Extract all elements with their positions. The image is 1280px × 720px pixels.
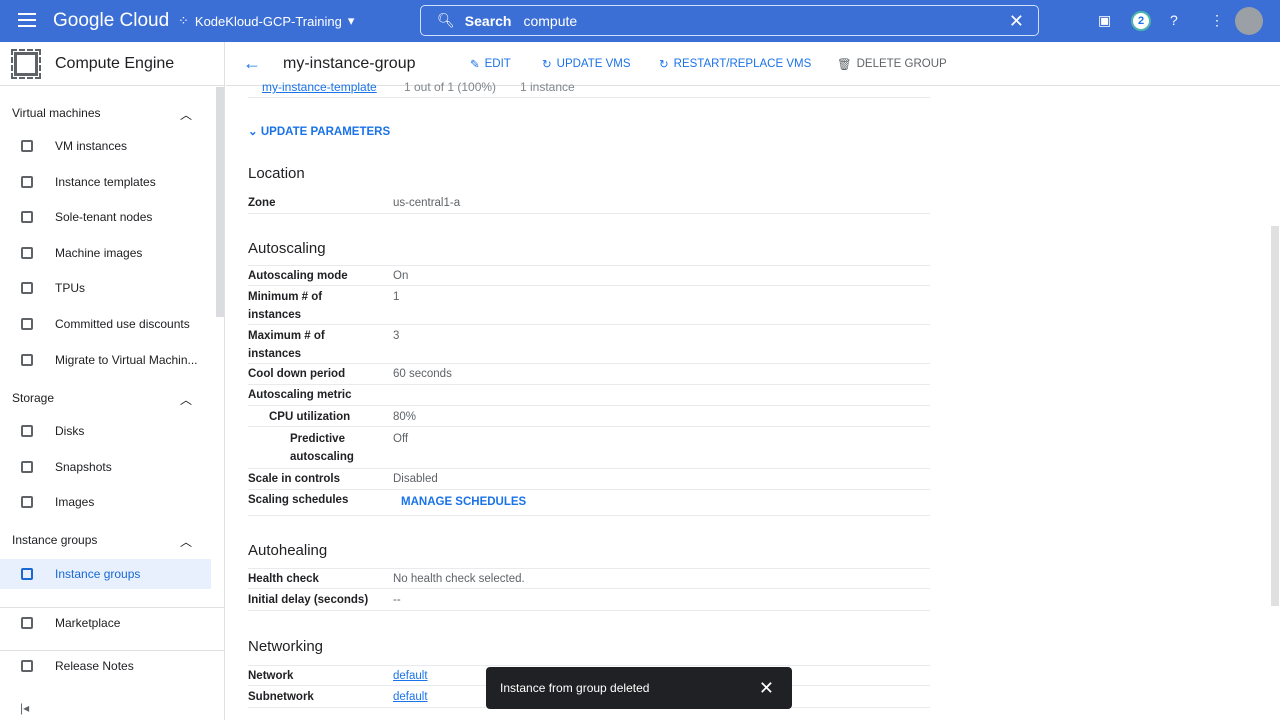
- sidebar-item-snapshots[interactable]: Snapshots: [0, 452, 211, 482]
- release-notes-icon: [21, 659, 33, 672]
- marketplace-icon: [21, 616, 33, 629]
- node-icon: [21, 211, 33, 223]
- instance-groups-icon: [21, 568, 33, 580]
- notifications-badge[interactable]: 2: [1131, 11, 1151, 31]
- subnetwork-link[interactable]: default: [393, 688, 428, 706]
- vm-icon: [21, 140, 33, 152]
- table-row: Scale in controls Disabled: [248, 469, 930, 490]
- manage-schedules-button[interactable]: MANAGE SCHEDULES: [401, 493, 526, 511]
- image-icon: [21, 247, 33, 259]
- main-scrollbar[interactable]: [1271, 226, 1279, 606]
- avatar[interactable]: [1235, 7, 1263, 35]
- autoscaling-heading: Autoscaling: [248, 240, 326, 257]
- table-row: Minimum # of instances 1: [248, 286, 930, 325]
- table-row: Cool down period 60 seconds: [248, 364, 930, 385]
- trash-icon: 🗑︎: [837, 58, 852, 71]
- refresh-icon: ↻: [542, 58, 552, 71]
- sidebar-item-images[interactable]: Images: [0, 487, 211, 517]
- page-title: my-instance-group: [283, 54, 416, 72]
- search-input[interactable]: compute: [523, 13, 577, 29]
- edit-button[interactable]: ✎ EDIT: [470, 57, 511, 71]
- table-row: Autoscaling mode On: [248, 265, 930, 286]
- google-cloud-logo[interactable]: Google Cloud: [53, 10, 169, 32]
- sidebar: Compute Engine Virtual machines ︿ VM inst…: [0, 42, 225, 720]
- table-row: Health check No health check selected.: [248, 568, 930, 589]
- table-row: Initial delay (seconds) --: [248, 589, 930, 611]
- sidebar-item-disks[interactable]: Disks: [0, 416, 211, 446]
- section-instance-groups[interactable]: Instance groups ︿: [12, 533, 192, 550]
- compute-engine-icon: [11, 48, 41, 79]
- autohealing-heading: Autohealing: [248, 542, 328, 559]
- sidebar-item-migrate[interactable]: Migrate to Virtual Machin...: [0, 345, 211, 375]
- sidebar-item-instance-templates[interactable]: Instance templates: [0, 167, 211, 197]
- top-bar: Google Cloud ⁘ KodeKloud-GCP-Training ▾ 🔍︎…: [0, 0, 1280, 42]
- sidebar-item-marketplace[interactable]: Marketplace: [0, 607, 225, 637]
- chevron-up-icon: ︿: [179, 393, 192, 407]
- close-icon[interactable]: ✕: [759, 678, 774, 699]
- location-heading: Location: [248, 165, 305, 182]
- sidebar-item-instance-groups[interactable]: Instance groups: [0, 559, 211, 589]
- section-virtual-machines[interactable]: Virtual machines ︿: [12, 106, 192, 123]
- disk-icon: [21, 425, 33, 437]
- network-link[interactable]: default: [393, 667, 428, 685]
- restart-replace-button[interactable]: ↻ RESTART/REPLACE VMS: [659, 57, 811, 71]
- images-icon: [21, 496, 33, 508]
- help-icon[interactable]: ?: [1170, 12, 1178, 28]
- discount-icon: [21, 318, 33, 330]
- project-icon: ⁘: [178, 13, 189, 28]
- networking-heading: Networking: [248, 638, 324, 655]
- delete-group-button[interactable]: 🗑︎ DELETE GROUP: [837, 57, 947, 71]
- migrate-icon: [21, 354, 33, 366]
- collapse-sidebar-icon[interactable]: |◂: [20, 701, 29, 715]
- sidebar-item-vm-instances[interactable]: VM instances: [0, 131, 211, 161]
- chevron-up-icon: ︿: [179, 108, 192, 122]
- pencil-icon: ✎: [470, 58, 480, 71]
- template-link[interactable]: my-instance-template: [262, 80, 377, 94]
- table-row: Scaling schedules MANAGE SCHEDULES: [248, 490, 930, 516]
- snackbar-message: Instance from group deleted: [500, 681, 650, 695]
- sidebar-item-machine-images[interactable]: Machine images: [0, 238, 211, 268]
- toolbar: ← my-instance-group ✎ EDIT ↻ UPDATE VMS ↻ R…: [226, 42, 1280, 86]
- template-icon: [21, 176, 33, 188]
- table-row: Maximum # of instances 3: [248, 325, 930, 364]
- table-row: CPU utilization 80%: [248, 406, 930, 427]
- update-vms-button[interactable]: ↻ UPDATE VMS: [542, 57, 631, 71]
- search-icon: 🔍︎: [437, 12, 455, 28]
- product-title: Compute Engine: [55, 54, 175, 72]
- sidebar-scrollbar[interactable]: [216, 87, 224, 317]
- instance-count: 1 instance: [520, 80, 575, 94]
- clear-search-icon[interactable]: ✕: [1009, 11, 1024, 32]
- cloud-shell-icon[interactable]: ▣: [1098, 12, 1111, 29]
- sidebar-item-sole-tenant-nodes[interactable]: Sole-tenant nodes: [0, 202, 211, 232]
- back-arrow-icon[interactable]: ←: [243, 53, 261, 74]
- sidebar-item-tpus[interactable]: TPUs: [0, 273, 211, 303]
- sidebar-item-release-notes[interactable]: Release Notes: [0, 650, 225, 680]
- menu-icon[interactable]: [18, 13, 36, 27]
- search-label: Search: [464, 12, 512, 29]
- restart-icon: ↻: [659, 58, 669, 71]
- status-value: 1 out of 1 (100%): [404, 80, 497, 94]
- project-selector[interactable]: ⁘ KodeKloud-GCP-Training ▾: [178, 13, 354, 29]
- table-row: Zone us-central1-a: [248, 193, 930, 214]
- update-parameters-toggle[interactable]: ⌄ UPDATE PARAMETERS: [248, 124, 390, 138]
- table-row: Autoscaling metric: [248, 385, 930, 406]
- snackbar: Instance from group deleted ✕: [486, 667, 792, 709]
- snapshot-icon: [21, 461, 33, 473]
- dropdown-icon: ▾: [347, 13, 355, 28]
- sidebar-item-committed-use[interactable]: Committed use discounts: [0, 309, 211, 339]
- table-row: Predictive autoscaling Off: [248, 427, 930, 469]
- project-name: KodeKloud-GCP-Training: [194, 13, 342, 29]
- chevron-up-icon: ︿: [179, 535, 192, 549]
- search-bar[interactable]: 🔍︎ Search compute ✕: [420, 5, 1039, 36]
- more-options-icon[interactable]: ⋮: [1210, 12, 1224, 29]
- tpu-icon: [21, 282, 33, 294]
- section-storage[interactable]: Storage ︿: [12, 391, 192, 408]
